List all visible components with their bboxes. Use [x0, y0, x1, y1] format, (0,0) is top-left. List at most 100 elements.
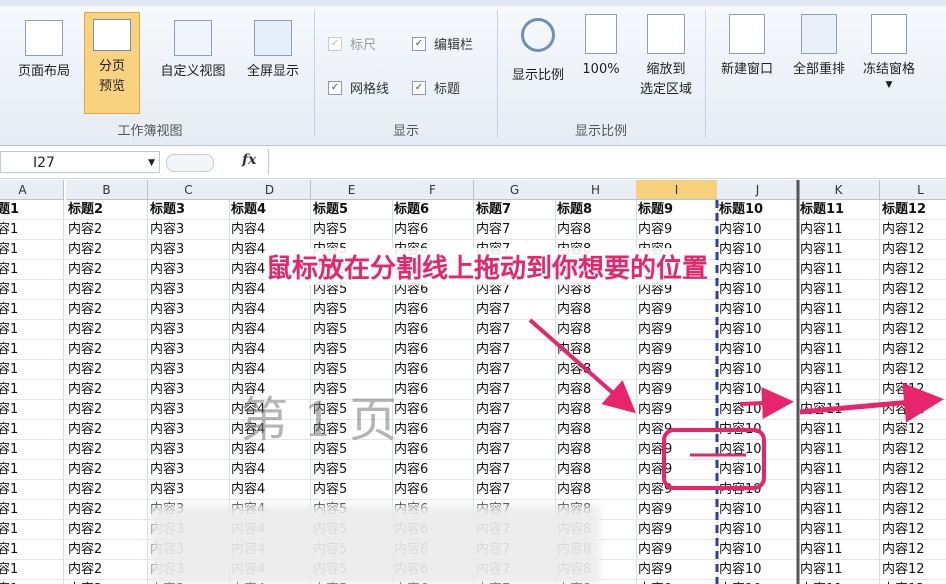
table-cell[interactable]: 内容8: [555, 460, 637, 480]
table-cell[interactable]: 内容1: [0, 300, 64, 320]
table-cell[interactable]: 内容1: [0, 500, 64, 520]
table-cell[interactable]: 内容9: [636, 440, 718, 460]
table-cell[interactable]: 内容12: [880, 420, 946, 440]
table-cell[interactable]: 内容10: [717, 520, 799, 540]
header-cell[interactable]: 标题1: [0, 200, 64, 220]
table-cell[interactable]: 内容11: [798, 280, 880, 300]
fx-icon[interactable]: fx: [242, 152, 256, 168]
table-cell[interactable]: 内容9: [636, 360, 718, 380]
table-cell[interactable]: 内容5: [311, 360, 393, 380]
table-cell[interactable]: 内容10: [717, 240, 799, 260]
table-cell[interactable]: 内容5: [311, 460, 393, 480]
table-cell[interactable]: 内容6: [392, 300, 474, 320]
header-cell[interactable]: 标题9: [636, 200, 718, 220]
table-cell[interactable]: 内容3: [148, 420, 230, 440]
table-cell[interactable]: 内容9: [636, 540, 718, 560]
header-cell[interactable]: 标题7: [474, 200, 556, 220]
header-cell[interactable]: 标题10: [717, 200, 799, 220]
table-cell[interactable]: 内容8: [555, 320, 637, 340]
table-cell[interactable]: 内容1: [0, 480, 64, 500]
table-cell[interactable]: 内容6: [392, 400, 474, 420]
table-cell[interactable]: 内容6: [392, 440, 474, 460]
table-cell[interactable]: 内容5: [311, 340, 393, 360]
table-cell[interactable]: 内容12: [880, 240, 946, 260]
table-cell[interactable]: 内容3: [148, 240, 230, 260]
table-cell[interactable]: 内容9: [636, 220, 718, 240]
new-window-button[interactable]: 新建窗口: [712, 14, 782, 80]
table-cell[interactable]: 内容2: [66, 440, 148, 460]
table-cell[interactable]: 内容9: [636, 320, 718, 340]
page-layout-button[interactable]: 页面布局: [12, 20, 76, 82]
table-cell[interactable]: 内容7: [474, 460, 556, 480]
table-cell[interactable]: 内容7: [474, 400, 556, 420]
table-cell[interactable]: 内容12: [880, 580, 946, 584]
header-cell[interactable]: 标题2: [66, 200, 148, 220]
table-cell[interactable]: 内容9: [636, 580, 718, 584]
table-cell[interactable]: 内容6: [392, 420, 474, 440]
table-cell[interactable]: 内容7: [474, 480, 556, 500]
table-cell[interactable]: 内容2: [66, 520, 148, 540]
table-cell[interactable]: 内容12: [880, 300, 946, 320]
table-cell[interactable]: 内容7: [474, 360, 556, 380]
zoom-100-button[interactable]: 100%: [576, 14, 626, 80]
table-cell[interactable]: 内容2: [66, 320, 148, 340]
table-cell[interactable]: 内容3: [148, 380, 230, 400]
table-cell[interactable]: 内容3: [148, 400, 230, 420]
table-cell[interactable]: 内容10: [717, 340, 799, 360]
table-cell[interactable]: 内容9: [636, 500, 718, 520]
table-cell[interactable]: 内容2: [66, 380, 148, 400]
table-cell[interactable]: 内容5: [311, 480, 393, 500]
table-cell[interactable]: 内容8: [555, 380, 637, 400]
table-cell[interactable]: 内容10: [717, 500, 799, 520]
table-cell[interactable]: 内容1: [0, 440, 64, 460]
table-cell[interactable]: 内容1: [0, 240, 64, 260]
table-cell[interactable]: 内容10: [717, 260, 799, 280]
table-cell[interactable]: 内容1: [0, 520, 64, 540]
table-cell[interactable]: 内容4: [229, 480, 311, 500]
table-cell[interactable]: 内容2: [66, 420, 148, 440]
table-cell[interactable]: 内容2: [66, 540, 148, 560]
table-cell[interactable]: 内容3: [148, 360, 230, 380]
table-cell[interactable]: 内容3: [148, 460, 230, 480]
table-cell[interactable]: 内容4: [229, 360, 311, 380]
table-cell[interactable]: 内容12: [880, 560, 946, 580]
table-cell[interactable]: 内容11: [798, 460, 880, 480]
freeze-panes-button[interactable]: 冻结窗格 ▼: [854, 14, 924, 90]
column-header-e[interactable]: E: [311, 180, 393, 200]
table-cell[interactable]: 内容1: [0, 580, 64, 584]
table-cell[interactable]: 内容8: [555, 440, 637, 460]
header-cell[interactable]: 标题8: [555, 200, 637, 220]
table-cell[interactable]: 内容1: [0, 460, 64, 480]
table-cell[interactable]: 内容4: [229, 460, 311, 480]
table-cell[interactable]: 内容6: [392, 480, 474, 500]
table-cell[interactable]: 内容12: [880, 520, 946, 540]
formula-bar-splitter[interactable]: [166, 154, 214, 172]
table-cell[interactable]: 内容8: [555, 480, 637, 500]
zoom-button[interactable]: 显示比例: [504, 14, 572, 86]
header-cell[interactable]: 标题4: [229, 200, 311, 220]
formula-bar-checkbox[interactable]: ✓ 编辑栏: [412, 34, 473, 53]
table-cell[interactable]: 内容4: [229, 320, 311, 340]
table-cell[interactable]: 内容1: [0, 400, 64, 420]
table-cell[interactable]: 内容7: [474, 420, 556, 440]
arrange-all-button[interactable]: 全部重排: [784, 14, 854, 80]
zoom-to-selection-button[interactable]: 缩放到 选定区域: [628, 14, 704, 100]
column-header-f[interactable]: F: [392, 180, 474, 200]
table-cell[interactable]: 内容1: [0, 380, 64, 400]
table-cell[interactable]: 内容7: [474, 380, 556, 400]
table-cell[interactable]: 内容3: [148, 280, 230, 300]
header-cell[interactable]: 标题5: [311, 200, 393, 220]
table-cell[interactable]: 内容11: [798, 320, 880, 340]
table-cell[interactable]: 内容2: [66, 340, 148, 360]
column-header-d[interactable]: D: [229, 180, 311, 200]
table-cell[interactable]: 内容5: [311, 300, 393, 320]
table-cell[interactable]: 内容9: [636, 380, 718, 400]
table-cell[interactable]: 内容11: [798, 500, 880, 520]
table-cell[interactable]: 内容7: [474, 220, 556, 240]
table-cell[interactable]: 内容9: [636, 560, 718, 580]
table-cell[interactable]: 内容12: [880, 540, 946, 560]
table-cell[interactable]: 内容11: [798, 380, 880, 400]
table-cell[interactable]: 内容11: [798, 360, 880, 380]
table-cell[interactable]: 内容10: [717, 480, 799, 500]
column-header-b[interactable]: B: [66, 180, 148, 200]
